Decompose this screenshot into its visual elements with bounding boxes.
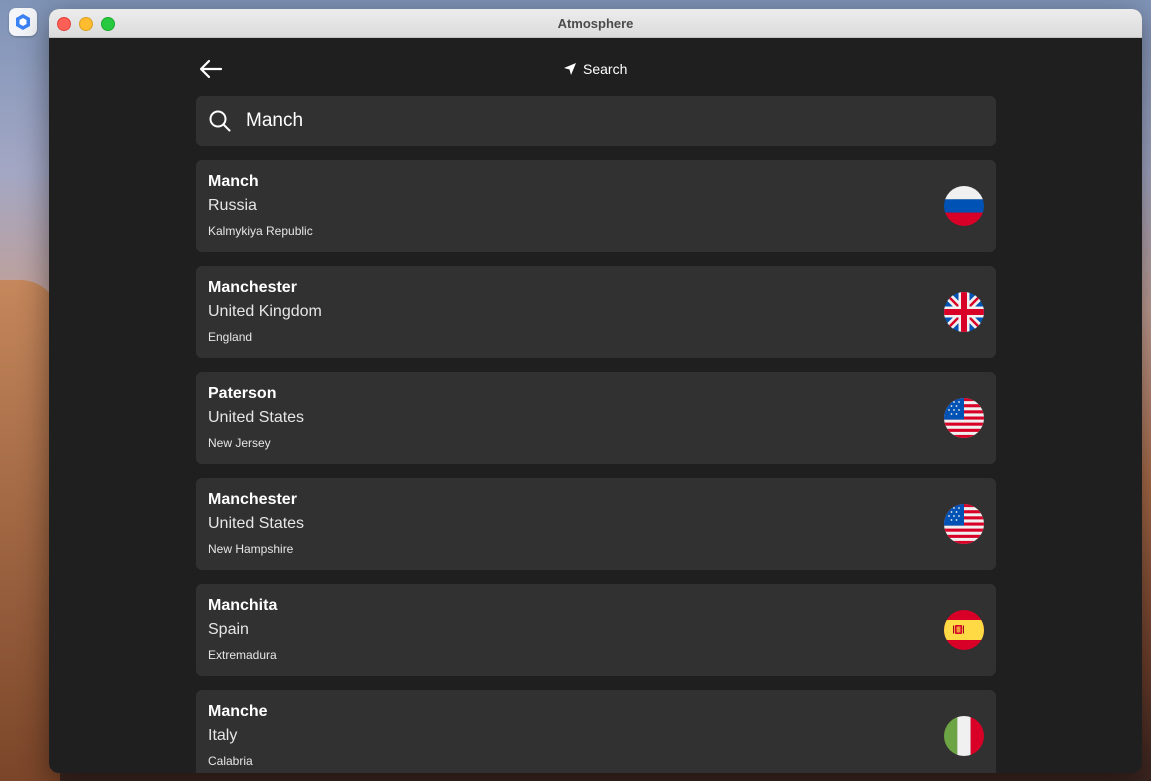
region-name: Calabria <box>208 754 253 768</box>
result-item[interactable]: Manche Italy Calabria <box>196 690 996 773</box>
results-list: Manch Russia Kalmykiya Republic Manchest… <box>196 160 996 773</box>
arrow-left-icon <box>199 59 223 79</box>
result-item[interactable]: Paterson United States New Jersey <box>196 372 996 464</box>
city-name: Manch <box>208 173 259 190</box>
region-name: New Hampshire <box>208 542 294 556</box>
window-controls <box>57 17 115 31</box>
uk-flag-icon <box>944 292 984 332</box>
city-name: Manchester <box>208 491 297 508</box>
zoom-button[interactable] <box>101 17 115 31</box>
location-arrow-icon <box>564 63 576 75</box>
italy-flag-icon <box>944 716 984 756</box>
usa-flag-icon <box>944 398 984 438</box>
city-name: Manchester <box>208 279 297 296</box>
search-icon <box>209 110 231 132</box>
region-name: England <box>208 330 253 344</box>
header-search-label: Search <box>583 61 628 77</box>
usa-flag-icon <box>944 504 984 544</box>
title-bar: Atmosphere <box>49 9 1142 38</box>
city-name: Paterson <box>208 385 277 402</box>
back-button[interactable] <box>197 56 225 82</box>
location-search-button[interactable]: Search <box>563 58 627 80</box>
region-name: Kalmykiya Republic <box>208 224 313 238</box>
russia-flag-icon <box>944 186 984 226</box>
spain-flag-icon <box>944 610 984 650</box>
search-bar[interactable] <box>196 96 996 146</box>
region-name: Extremadura <box>208 648 277 662</box>
country-name: United States <box>208 409 305 426</box>
search-input[interactable] <box>244 109 948 133</box>
result-item[interactable]: Manch Russia Kalmykiya Republic <box>196 160 996 252</box>
result-item[interactable]: Manchita Spain Extremadura <box>196 584 996 676</box>
country-name: Spain <box>208 621 249 638</box>
result-item[interactable]: Manchester United States New Hampshire <box>196 478 996 570</box>
country-name: United States <box>208 515 305 532</box>
country-name: United Kingdom <box>208 303 322 320</box>
country-name: Italy <box>208 727 238 744</box>
result-item[interactable]: Manchester United Kingdom England <box>196 266 996 358</box>
window-title: Atmosphere <box>557 15 634 31</box>
close-button[interactable] <box>57 17 71 31</box>
minimize-button[interactable] <box>79 17 93 31</box>
app-window: Atmosphere Search Manch Russia K <box>49 9 1142 773</box>
country-name: Russia <box>208 197 257 214</box>
app-launcher-icon[interactable] <box>9 8 37 36</box>
city-name: Manchita <box>208 597 278 614</box>
region-name: New Jersey <box>208 436 271 450</box>
city-name: Manche <box>208 703 268 720</box>
